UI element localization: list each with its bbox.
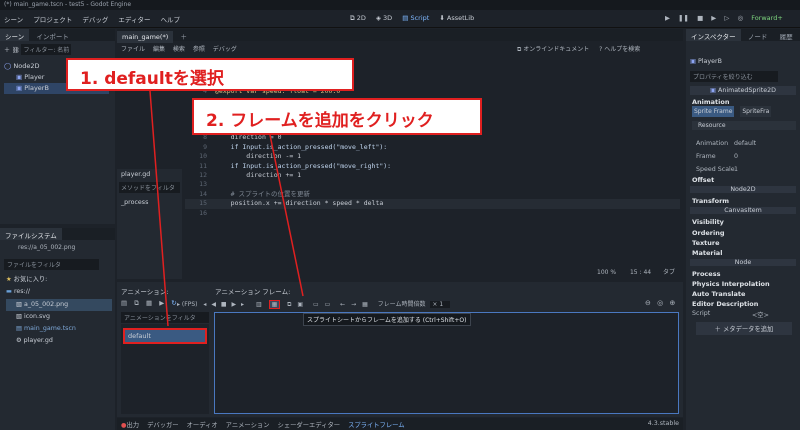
callout-arrows: [149, 90, 304, 327]
arrow-to-add-frame: [269, 134, 304, 297]
arrow-to-default: [149, 90, 169, 327]
